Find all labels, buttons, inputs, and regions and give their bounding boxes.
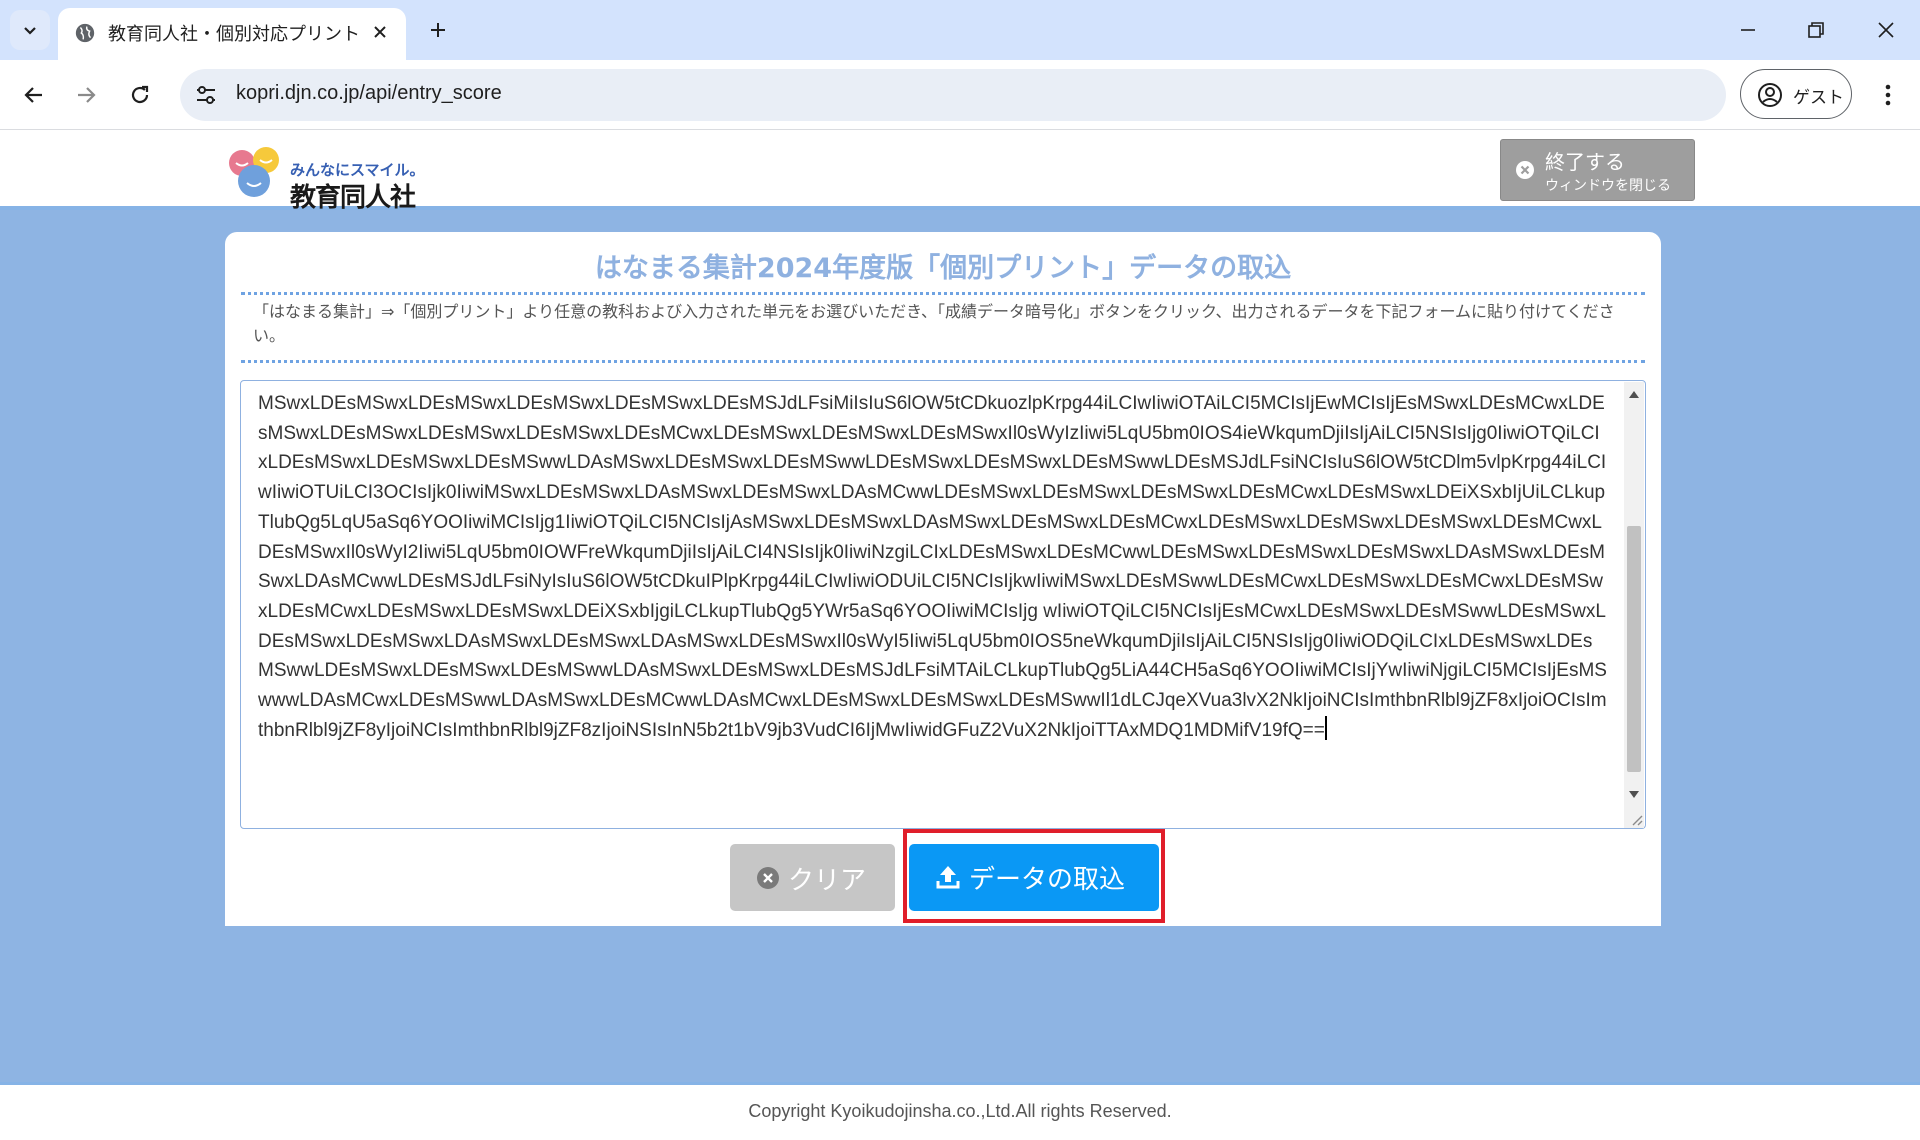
back-button[interactable]: [14, 75, 54, 115]
smile-faces-logo-icon: [229, 147, 279, 197]
minimize-icon: [1741, 29, 1755, 31]
scrollbar-thumb[interactable]: [1627, 526, 1641, 772]
title-divider: [241, 292, 1645, 295]
profile-button[interactable]: ゲスト: [1740, 69, 1852, 119]
instruction-divider: [241, 360, 1645, 363]
close-circle-icon: [757, 867, 779, 889]
data-textarea-content: MSwxLDEsMSwxLDEsMSwxLDEsMSwxLDEsMSwxLDEs…: [258, 389, 1608, 821]
close-icon: [1878, 22, 1894, 38]
copyright-text: Copyright Kyoikudojinsha.co.,Ltd.All rig…: [748, 1101, 1172, 1121]
scroll-down-button[interactable]: [1624, 786, 1644, 802]
globe-icon: [75, 23, 95, 43]
logo-name: 教育同人社: [290, 183, 416, 213]
address-bar[interactable]: kopri.djn.co.jp/api/entry_score: [180, 69, 1726, 121]
tab-title: 教育同人社・個別対応プリント: [108, 24, 360, 45]
new-tab-button[interactable]: [422, 14, 454, 46]
import-panel: はなまる集計2024年度版「個別プリント」データの取込 「はなまる集計」⇒「個別…: [225, 232, 1661, 926]
exit-button-sublabel: ウィンドウを閉じる: [1545, 178, 1671, 194]
triangle-up-icon: [1629, 390, 1639, 398]
browser-menu-button[interactable]: [1868, 75, 1908, 115]
browser-toolbar: kopri.djn.co.jp/api/entry_score ゲスト: [0, 60, 1920, 130]
tab-list-button[interactable]: [10, 10, 50, 50]
scroll-up-button[interactable]: [1624, 386, 1644, 402]
page-title: はなまる集計2024年度版「個別プリント」データの取込: [594, 253, 1292, 284]
data-textarea-value: MSwxLDEsMSwxLDEsMSwxLDEsMSwxLDEsMSwxLDEs…: [258, 393, 1607, 741]
exit-button-label: 終了する: [1545, 150, 1625, 174]
text-caret: [1324, 715, 1327, 740]
reload-icon: [131, 85, 149, 104]
minimize-button[interactable]: [1724, 10, 1772, 50]
browser-tab-active[interactable]: 教育同人社・個別対応プリント: [58, 8, 406, 60]
account-circle-icon: [1758, 83, 1782, 107]
instruction-text: 「はなまる集計」⇒「個別プリント」より任意の教科および入力された単元をお選びいた…: [253, 302, 1615, 345]
site-logo[interactable]: みんなにスマイル。 教育同人社: [226, 143, 426, 213]
import-button-label: データの取込: [969, 865, 1126, 895]
close-icon: [374, 26, 386, 38]
tab-close-button[interactable]: [368, 20, 392, 44]
reload-button[interactable]: [120, 75, 160, 115]
restore-button[interactable]: [1792, 10, 1840, 50]
tune-icon: [197, 86, 215, 104]
arrow-left-icon: [24, 87, 42, 103]
upload-icon: [936, 866, 960, 889]
chevron-down-icon: [24, 27, 36, 35]
exit-button[interactable]: 終了する ウィンドウを閉じる: [1500, 139, 1695, 201]
plus-icon: [431, 23, 445, 37]
more-vert-icon: [1885, 84, 1891, 106]
arrow-right-icon: [78, 87, 96, 103]
close-circle-icon: [1516, 161, 1534, 179]
profile-label: ゲスト: [1793, 88, 1844, 108]
site-footer: Copyright Kyoikudojinsha.co.,Ltd.All rig…: [0, 1082, 1920, 1140]
forward-button[interactable]: [66, 75, 106, 115]
triangle-down-icon: [1629, 790, 1639, 798]
restore-icon: [1808, 22, 1824, 38]
import-data-button[interactable]: データの取込: [909, 844, 1159, 911]
clear-button[interactable]: クリア: [730, 844, 895, 911]
clear-button-label: クリア: [788, 866, 867, 896]
browser-tab-strip: 教育同人社・個別対応プリント: [0, 0, 1920, 60]
window-close-button[interactable]: [1862, 10, 1910, 50]
resize-grip-icon[interactable]: [1629, 812, 1643, 826]
site-header: みんなにスマイル。 教育同人社 終了する ウィンドウを閉じる: [0, 131, 1920, 213]
textarea-scrollbar[interactable]: [1624, 382, 1644, 828]
data-textarea[interactable]: MSwxLDEsMSwxLDEsMSwxLDEsMSwxLDEsMSwxLDEs…: [240, 380, 1646, 829]
address-bar-url: kopri.djn.co.jp/api/entry_score: [236, 82, 502, 104]
